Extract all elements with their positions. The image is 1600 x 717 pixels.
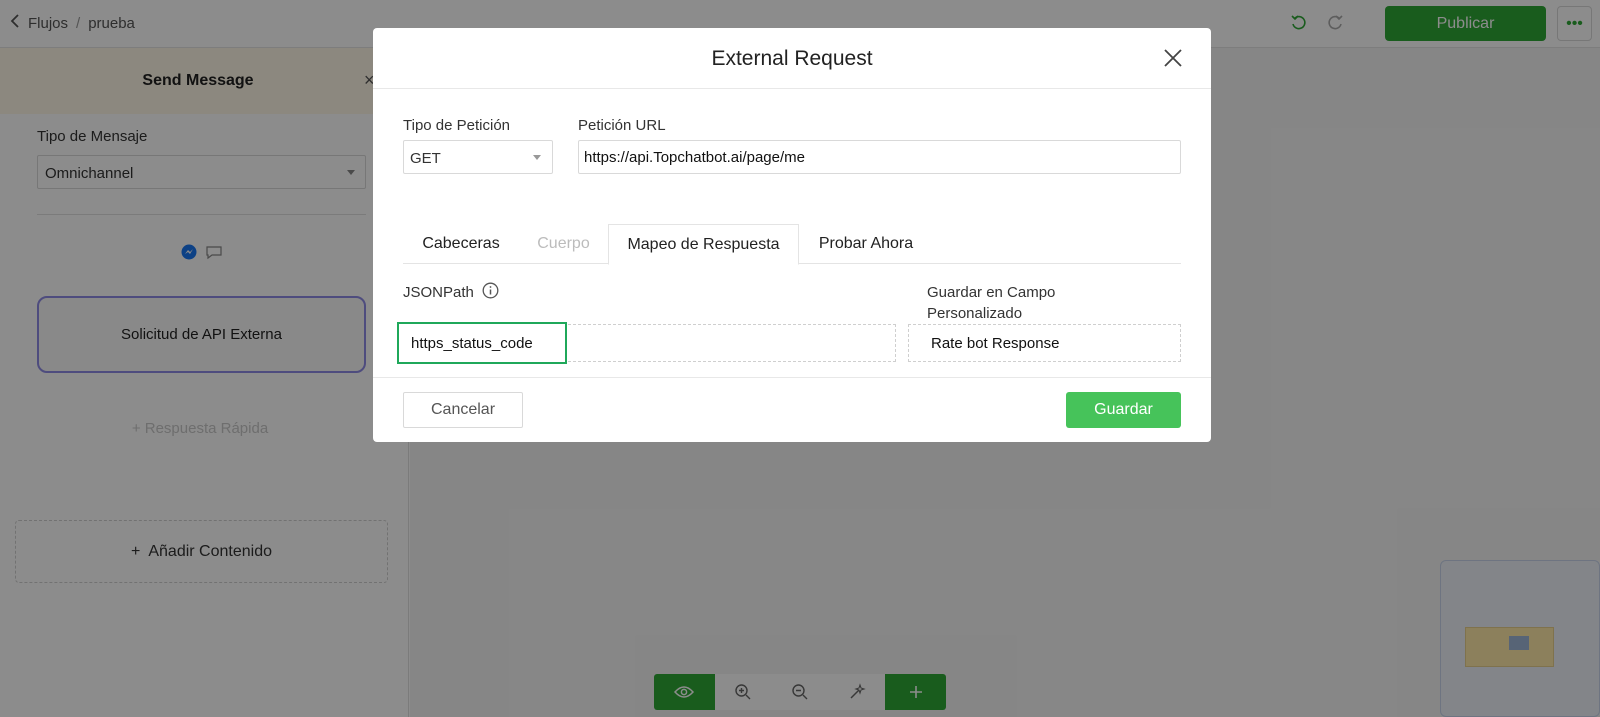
modal-header: External Request — [373, 28, 1211, 89]
caret-down-icon — [533, 155, 541, 160]
request-type-select[interactable]: GET — [403, 140, 553, 174]
custom-field-select[interactable]: Rate bot Response — [908, 324, 1181, 362]
info-icon[interactable] — [482, 282, 499, 303]
jsonpath-label-text: JSONPath — [403, 284, 474, 301]
request-tabs: Cabeceras Cuerpo Mapeo de Respuesta Prob… — [403, 224, 1181, 265]
footer-divider — [373, 377, 1211, 378]
modal-title: External Request — [711, 47, 873, 70]
tab-cuerpo[interactable]: Cuerpo — [519, 224, 608, 264]
request-url-input[interactable] — [578, 140, 1181, 174]
save-button[interactable]: Guardar — [1066, 392, 1181, 428]
custom-field-label: Guardar en Campo Personalizado — [927, 284, 1056, 322]
request-type-label: Tipo de Petición — [403, 117, 511, 134]
tab-probar-ahora[interactable]: Probar Ahora — [799, 224, 933, 264]
external-request-modal: External Request Tipo de Petición GET Pe… — [373, 28, 1211, 442]
request-type-value: GET — [410, 150, 441, 167]
jsonpath-label: JSONPath — [403, 282, 499, 303]
close-icon[interactable] — [1162, 47, 1184, 69]
cancel-button[interactable]: Cancelar — [403, 392, 523, 428]
request-url-label: Petición URL — [578, 117, 666, 134]
tab-cabeceras[interactable]: Cabeceras — [403, 224, 519, 264]
tab-mapeo-respuesta[interactable]: Mapeo de Respuesta — [608, 224, 799, 265]
jsonpath-value-highlight[interactable]: https_status_code — [397, 322, 567, 364]
